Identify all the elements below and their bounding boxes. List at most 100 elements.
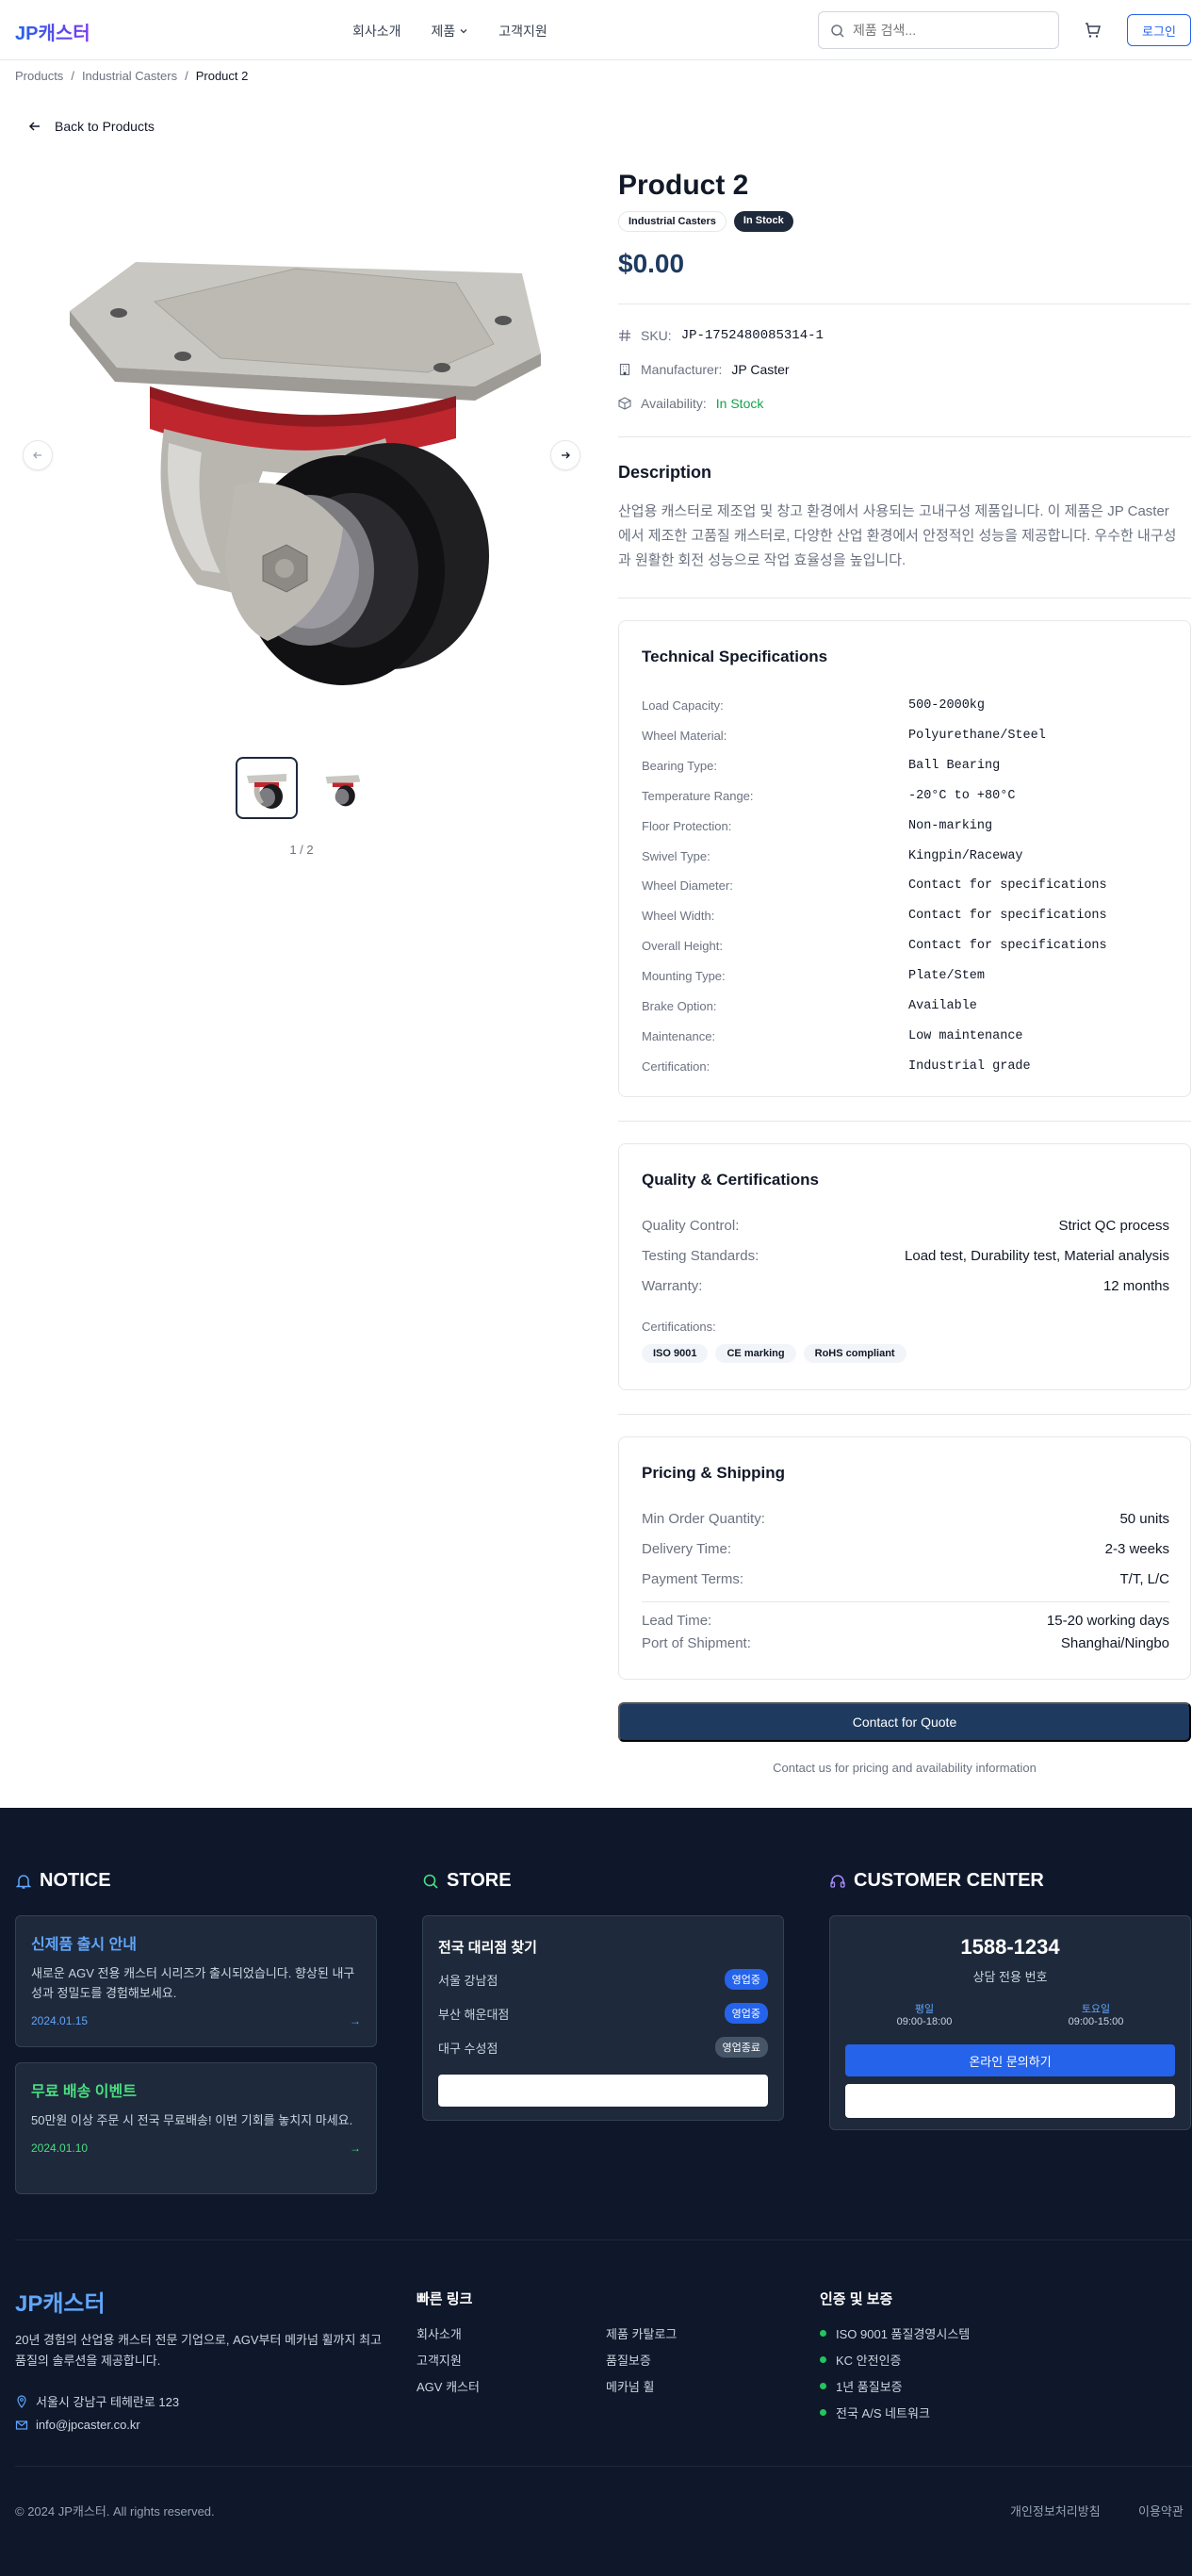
nav-support[interactable]: 고객지원 <box>498 22 547 41</box>
cert-chip: RoHS compliant <box>803 1344 906 1363</box>
breadcrumb-current: Product 2 <box>195 69 249 83</box>
product-badges: Industrial Casters In Stock <box>618 211 793 232</box>
email[interactable]: info@jpcaster.co.kr <box>15 2418 140 2432</box>
sku-row: SKU: JP-1752480085314-1 <box>618 328 824 343</box>
spec-value: Contact for specifications <box>908 939 1107 954</box>
footer-logo[interactable]: JP캐스터 <box>15 2285 106 2318</box>
cert-chip: CE marking <box>715 1344 796 1363</box>
spec-key: Maintenance: <box>642 1028 716 1043</box>
status-badge: 영업중 <box>724 1969 768 1990</box>
back-to-products-link[interactable]: Back to Products <box>28 119 155 134</box>
description-heading: Description <box>618 463 712 482</box>
caster-thumbnail-image <box>325 775 361 807</box>
quality-certifications-card: Quality & Certifications Quality Control… <box>618 1143 1191 1390</box>
spec-key: Floor Protection: <box>642 818 732 833</box>
package-icon <box>618 397 631 410</box>
next-image-button[interactable] <box>550 440 580 470</box>
stock-badge: In Stock <box>733 211 793 232</box>
privacy-link[interactable]: 개인정보처리방침 <box>1010 2502 1101 2519</box>
spec-key: Wheel Width: <box>642 909 715 924</box>
store-row[interactable]: 서울 강남점 영업중 <box>438 1969 768 1990</box>
store-row[interactable]: 부산 해운대점 영업중 <box>438 2003 768 2024</box>
spec-value: -20°C to +80°C <box>908 788 1016 803</box>
breadcrumb-category[interactable]: Industrial Casters <box>82 69 177 83</box>
caster-thumbnail-image <box>247 774 286 809</box>
search-icon <box>423 1874 438 1889</box>
description-text: 산업용 캐스터로 제조업 및 창고 환경에서 사용되는 고내구성 제품입니다. … <box>618 503 1177 568</box>
spec-value: Industrial grade <box>908 1058 1031 1074</box>
manufacturer-value: JP Caster <box>731 362 790 377</box>
divider <box>618 436 1191 437</box>
quick-link[interactable]: 메카넘 휠 <box>606 2377 654 2395</box>
online-inquiry-button[interactable]: 온라인 문의하기 <box>845 2044 1175 2076</box>
breadcrumb: Products / Industrial Casters / Product 2 <box>15 69 249 83</box>
quick-link[interactable]: 회사소개 <box>416 2324 462 2342</box>
notice-title: 무료 배송 이벤트 <box>31 2084 137 2100</box>
thumbnail-2[interactable] <box>311 757 373 819</box>
cert-item: KC 안전인증 <box>820 2351 902 2369</box>
notice-card[interactable]: 무료 배송 이벤트 50만원 이상 주문 시 전국 무료배송! 이번 기회를 놓… <box>15 2062 377 2194</box>
spec-key: Swivel Type: <box>642 848 710 863</box>
notice-card[interactable]: 신제품 출시 안내 새로운 AGV 전용 캐스터 시리즈가 출시되었습니다. 향… <box>15 1915 377 2047</box>
product-image <box>70 262 541 685</box>
spec-value: Ball Bearing <box>908 758 1001 773</box>
back-label: Back to Products <box>55 119 155 134</box>
cert-item: 1년 품질보증 <box>820 2377 903 2395</box>
address: 서울시 강남구 테헤란로 123 <box>15 2392 179 2410</box>
login-button[interactable]: 로그인 <box>1127 14 1191 46</box>
spec-value: Contact for specifications <box>908 878 1107 894</box>
product-price: $0.00 <box>618 249 685 278</box>
divider <box>642 1601 1169 1602</box>
quick-link[interactable]: 품질보증 <box>606 2351 651 2369</box>
cert-item: ISO 9001 품질경영시스템 <box>820 2324 970 2342</box>
sku-value: JP-1752480085314-1 <box>680 328 824 343</box>
pricing-shipping-card: Pricing & Shipping Min Order Quantity: 50… <box>618 1436 1191 1680</box>
arrow-left-icon <box>28 122 40 131</box>
search-input[interactable] <box>853 23 1041 38</box>
quick-link[interactable]: 제품 카탈로그 <box>606 2324 677 2342</box>
check-dot-icon <box>820 2330 826 2337</box>
headphones-icon <box>830 1874 845 1888</box>
building-icon <box>619 363 630 376</box>
quality-row: Warranty: 12 months <box>642 1278 1169 1294</box>
nav-products[interactable]: 제품 <box>432 22 469 41</box>
spec-key: Mounting Type: <box>642 969 726 984</box>
search-icon <box>831 25 844 38</box>
pricing-row: Min Order Quantity: 50 units <box>642 1511 1169 1527</box>
site-logo[interactable]: JP캐스터 <box>15 18 90 45</box>
pricing-title: Pricing & Shipping <box>642 1464 786 1482</box>
thumbnail-1[interactable] <box>236 757 298 819</box>
quality-row: Testing Standards: Load test, Durability … <box>642 1248 1169 1264</box>
image-counter: 1 / 2 <box>289 843 314 857</box>
spec-value: Contact for specifications <box>908 909 1107 924</box>
quick-link[interactable]: AGV 캐스터 <box>416 2377 480 2395</box>
thumbnail-strip <box>236 757 373 819</box>
weekday-hours: 평일 09:00-18:00 <box>896 2004 953 2027</box>
hash-icon <box>619 329 630 342</box>
notice-heading: NOTICE <box>15 1870 111 1892</box>
status-badge: 영업중 <box>724 2003 768 2024</box>
store-row[interactable]: 대구 수성점 영업종료 <box>438 2037 768 2058</box>
notice-date: 2024.01.10 <box>31 2141 89 2155</box>
cc-secondary-button[interactable] <box>845 2084 1175 2118</box>
divider <box>618 598 1191 599</box>
check-dot-icon <box>820 2383 826 2389</box>
store-more-button[interactable] <box>438 2075 768 2107</box>
breadcrumb-products[interactable]: Products <box>15 69 63 83</box>
manufacturer-row: Manufacturer: JP Caster <box>618 362 790 377</box>
cart-icon[interactable] <box>1084 21 1102 44</box>
spec-value: 500-2000kg <box>908 698 986 713</box>
prev-image-button[interactable] <box>23 440 53 470</box>
brand-description: 20년 경험의 산업용 캐스터 전문 기업으로, AGV부터 메카넘 휠까지 최… <box>15 2333 382 2368</box>
customer-center-heading: CUSTOMER CENTER <box>829 1870 1044 1892</box>
search-box[interactable] <box>818 11 1059 49</box>
spec-key: Wheel Material: <box>642 728 727 743</box>
quality-title: Quality & Certifications <box>642 1171 819 1189</box>
status-badge: 영업종료 <box>714 2037 768 2058</box>
main-nav: 회사소개 제품 고객지원 <box>352 22 547 41</box>
nav-company[interactable]: 회사소개 <box>352 22 401 41</box>
quick-link[interactable]: 고객지원 <box>416 2351 462 2369</box>
availability-value: In Stock <box>715 396 764 411</box>
terms-link[interactable]: 이용약관 <box>1138 2502 1184 2519</box>
contact-for-quote-button[interactable]: Contact for Quote <box>618 1702 1191 1742</box>
